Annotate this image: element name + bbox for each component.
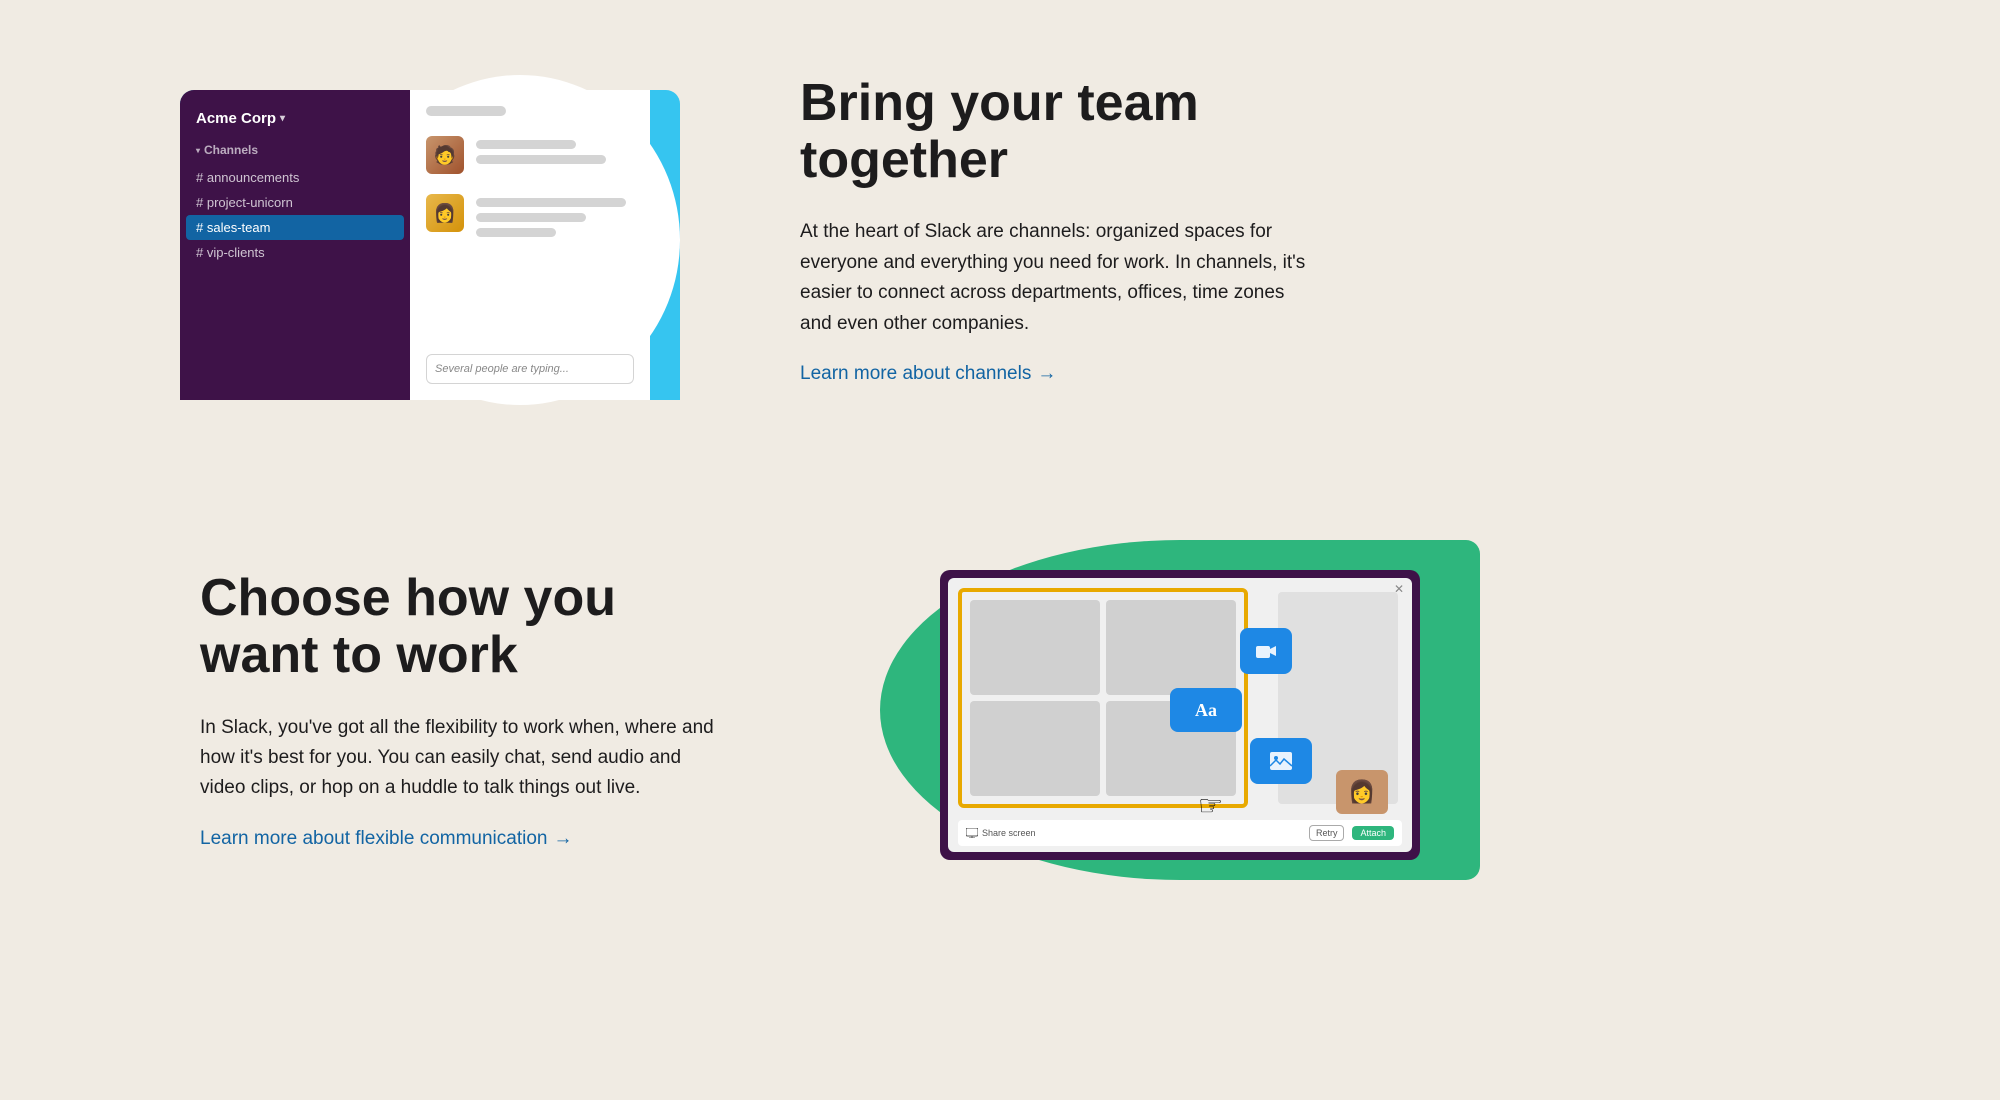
section2-heading-line2: want to work [200, 626, 518, 684]
attach-button[interactable]: Attach [1352, 826, 1394, 840]
section2-body: In Slack, you've got all the flexibility… [200, 713, 720, 804]
channel-item[interactable]: # vip-clients [180, 240, 410, 265]
learn-communication-link[interactable]: Learn more about flexible communication … [200, 828, 572, 850]
chat-line [476, 140, 576, 149]
channels-label-text: Channels [204, 143, 258, 157]
learn-channels-arrow: → [1037, 363, 1056, 385]
close-icon: ✕ [1394, 582, 1404, 596]
section2-heading-line1: Choose how you [200, 569, 616, 627]
page-wrapper: Acme Corp ▾ ▾ Channels # announcements #… [0, 0, 2000, 1100]
workspace-caret: ▾ [280, 113, 285, 124]
chat-area: 🧑 👩 Several people are [410, 90, 650, 400]
avatar-1: 🧑 [426, 136, 464, 174]
section1-body: At the heart of Slack are channels: orga… [800, 217, 1320, 339]
screen-inner: ✕ [948, 578, 1412, 852]
chat-lines [476, 136, 606, 164]
screen-bottom-bar: Share screen Retry Attach [958, 820, 1402, 846]
section-bottom: Choose how you want to work In Slack, yo… [0, 460, 2000, 960]
chat-message: 🧑 [426, 136, 634, 174]
chat-message: 👩 [426, 194, 634, 237]
text-format-icon: Aa [1195, 700, 1217, 721]
learn-communication-arrow: → [553, 828, 572, 850]
learn-channels-text: Learn more about channels [800, 363, 1031, 385]
cursor-hand-icon: ☞ [1198, 789, 1223, 822]
channels-caret: ▾ [196, 146, 200, 155]
text-icon-float: Aa [1170, 688, 1242, 732]
screen-mockup: ✕ [940, 570, 1420, 860]
share-screen-label: Share screen [966, 828, 1036, 838]
channels-section-label: ▾ Channels [180, 143, 410, 165]
chat-top-bar [426, 106, 506, 116]
chat-line [476, 228, 556, 237]
avatar-2: 👩 [426, 194, 464, 232]
channels-illustration: Acme Corp ▾ ▾ Channels # announcements #… [160, 60, 720, 400]
section2-text: Choose how you want to work In Slack, yo… [200, 570, 780, 850]
chat-line [476, 155, 606, 164]
flexible-communication-illustration: ✕ [860, 520, 1480, 900]
workspace-title: Acme Corp ▾ [180, 110, 410, 143]
section2-heading: Choose how you want to work [200, 570, 780, 684]
workspace-name: Acme Corp [196, 110, 276, 127]
channel-item[interactable]: # project-unicorn [180, 190, 410, 215]
slack-sidebar: Acme Corp ▾ ▾ Channels # announcements #… [180, 90, 410, 400]
screen-close-button[interactable]: ✕ [1394, 582, 1404, 596]
channel-item[interactable]: # announcements [180, 165, 410, 190]
image-icon-float [1250, 738, 1312, 784]
screen-avatar: 👩 [1336, 770, 1388, 814]
section-top: Acme Corp ▾ ▾ Channels # announcements #… [0, 0, 2000, 460]
learn-channels-link[interactable]: Learn more about channels → [800, 363, 1056, 385]
learn-communication-text: Learn more about flexible communication [200, 828, 547, 850]
typing-indicator: Several people are typing... [435, 363, 569, 375]
retry-button[interactable]: Retry [1309, 825, 1345, 841]
section1-heading: Bring your team together [800, 75, 1400, 189]
share-screen-text: Share screen [982, 828, 1036, 838]
chat-lines [476, 194, 626, 237]
camera-icon-float [1240, 628, 1292, 674]
chat-line [476, 213, 586, 222]
chat-input[interactable]: Several people are typing... [426, 354, 634, 384]
section1-text: Bring your team together At the heart of… [800, 75, 1400, 385]
channel-item-active[interactable]: # sales-team [186, 215, 404, 240]
chat-line [476, 198, 626, 207]
